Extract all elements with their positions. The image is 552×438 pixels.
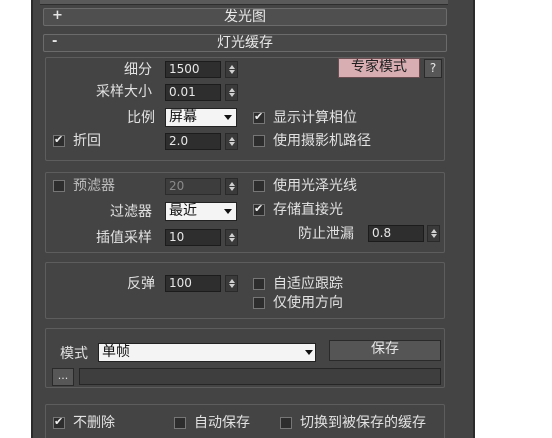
dont-delete-checkbox[interactable] [53,415,65,429]
switch-to-saved-cache-label: 切换到被保存的缓存 [300,415,426,431]
browse-button[interactable]: ... [52,368,74,386]
dont-delete-label: 不删除 [73,415,115,431]
help-button[interactable]: ? [424,59,442,78]
sample-size-input[interactable]: 0.01 [165,84,221,101]
previous-rollout-edge [40,0,448,5]
rollout-light-cache[interactable]: - 灯光缓存 [43,34,447,52]
interp-samples-spinner[interactable] [225,229,238,246]
prefilter-spinner[interactable] [225,178,238,195]
switch-to-saved-cache-checkbox[interactable] [280,417,292,429]
store-direct-light-label: 存储直接光 [273,202,343,218]
prefilter-checkbox[interactable] [53,180,65,192]
subdivs-label: 细分 [124,62,152,78]
scale-select-value: 屏幕 [169,109,197,125]
use-glossy-rays-checkbox[interactable] [253,180,265,192]
show-calc-phase-checkbox[interactable] [253,110,265,124]
bounces-label: 反弹 [127,276,155,292]
rollout-title: 灯光缓存 [217,35,273,51]
viewport-background-left [0,0,31,438]
filter-select[interactable]: 最近 [165,202,237,221]
bounce-params-group [45,262,445,319]
subdivs-spinner[interactable] [225,61,238,78]
adaptive-tracing-label: 自适应跟踪 [273,276,343,292]
sample-size-label: 采样大小 [96,84,152,100]
expert-mode-button[interactable]: 专家模式 [338,58,420,78]
prefilter-label: 预滤器 [73,178,115,194]
cache-file-path-field[interactable] [79,368,441,385]
prefilter-input[interactable]: 20 [165,178,221,195]
rollout-title: 发光图 [224,9,266,25]
viewport-background-right [475,0,552,438]
mode-label: 模式 [60,346,88,362]
filter-select-value: 最近 [169,203,197,219]
bounces-input[interactable]: 100 [165,275,221,292]
sample-size-spinner[interactable] [225,84,238,101]
leak-prevention-spinner[interactable] [427,225,440,242]
adaptive-tracing-checkbox[interactable] [253,278,265,290]
scale-select[interactable]: 屏幕 [165,108,237,127]
retrace-spinner[interactable] [225,133,238,150]
use-camera-path-label: 使用摄影机路径 [273,133,371,149]
retrace-input[interactable]: 2.0 [165,133,221,150]
retrace-checkbox[interactable] [53,133,65,147]
chevron-down-icon [224,115,232,120]
leak-prevention-input[interactable]: 0.8 [368,225,424,242]
subdivs-input[interactable]: 1500 [165,61,221,78]
directions-only-label: 仅使用方向 [273,295,343,311]
interp-samples-label: 插值采样 [96,230,152,246]
save-button[interactable]: 保存 [329,340,441,361]
show-calc-phase-label: 显示计算相位 [273,110,357,126]
scale-label: 比例 [127,110,155,126]
bounces-spinner[interactable] [225,275,238,292]
chevron-down-icon [224,209,232,214]
mode-select-value: 单帧 [102,344,130,360]
retrace-label: 折回 [73,133,101,149]
store-direct-light-checkbox[interactable] [253,202,265,216]
use-camera-path-checkbox[interactable] [253,135,265,147]
rollout-irradiance-map[interactable]: + 发光图 [43,8,447,26]
chevron-down-icon [305,350,313,355]
interp-samples-input[interactable]: 10 [165,229,221,246]
mode-select[interactable]: 单帧 [98,343,316,362]
directions-only-checkbox[interactable] [253,297,265,309]
auto-save-label: 自动保存 [194,415,250,431]
filter-label: 过滤器 [110,204,152,220]
leak-prevention-label: 防止泄漏 [298,226,354,242]
auto-save-checkbox[interactable] [174,417,186,429]
use-glossy-rays-label: 使用光泽光线 [273,178,357,194]
